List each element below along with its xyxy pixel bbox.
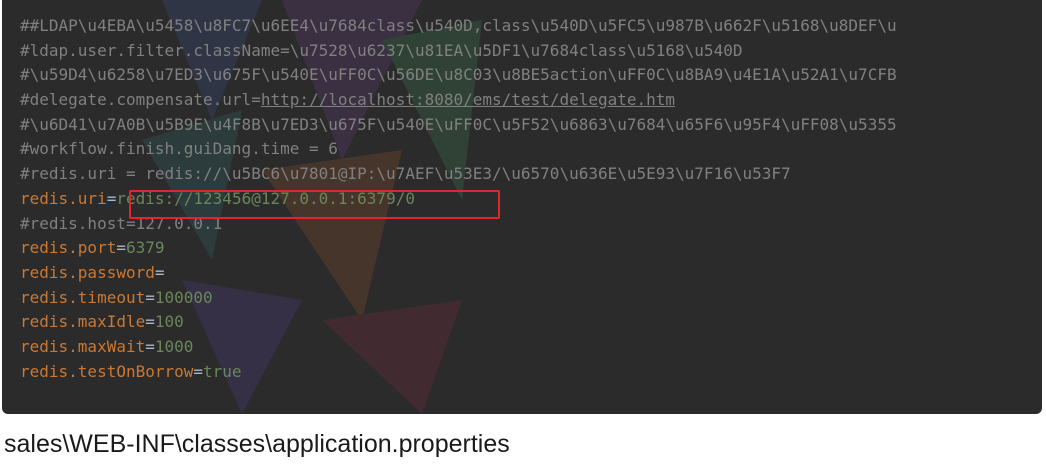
code-lines[interactable]: ##LDAP\u4EBA\u5458\u8FC7\u6EE4\u7684clas… (20, 14, 897, 384)
property-value: redis://123456@127.0.0.1:6379/0 (116, 188, 415, 208)
property-key: redis.timeout (20, 287, 146, 307)
code-line[interactable]: #redis.uri = redis://\u5BC6\u7801@IP:\u7… (20, 162, 897, 187)
property-key: redis.password (20, 262, 155, 282)
property-value: true (203, 361, 242, 381)
property-key: redis.testOnBorrow (20, 361, 194, 381)
property-value: 6379 (125, 238, 165, 258)
code-editor[interactable]: ##LDAP\u4EBA\u5458\u8FC7\u6EE4\u7684clas… (2, 0, 1042, 414)
comment-text: #workflow.finish.guiDang.time = 6 (20, 139, 338, 159)
property-value: 1000 (154, 336, 194, 356)
code-line[interactable]: redis.testOnBorrow=true (20, 360, 897, 385)
property-equals: = (145, 287, 155, 307)
comment-text: #ldap.user.filter.className=\u7528\u6237… (20, 40, 743, 60)
file-path-caption: sales\WEB-INF\classes\application.proper… (4, 430, 510, 458)
code-line[interactable]: #workflow.finish.guiDang.time = 6 (20, 137, 897, 162)
comment-text: #redis.host=127.0.0.1 (20, 213, 223, 233)
code-line[interactable]: redis.timeout=100000 (20, 286, 897, 311)
property-equals: = (193, 361, 204, 381)
property-equals: = (145, 336, 155, 356)
code-line[interactable]: redis.port=6379 (20, 236, 897, 261)
property-value: 100 (154, 312, 184, 332)
property-equals: = (145, 312, 155, 332)
comment-text: #\u59D4\u6258\u7ED3\u675F\u540E\uFF0C\u5… (20, 65, 897, 85)
comment-text: #delegate.compensate.url= (20, 90, 261, 110)
property-equals: = (116, 238, 126, 258)
property-key: redis.port (20, 238, 117, 258)
comment-text: ##LDAP\u4EBA\u5458\u8FC7\u6EE4\u7684clas… (20, 16, 897, 35)
property-equals: = (154, 262, 165, 282)
code-line[interactable]: #redis.host=127.0.0.1 (20, 212, 897, 237)
code-line[interactable]: #\u59D4\u6258\u7ED3\u675F\u540E\uFF0C\u5… (20, 63, 897, 88)
comment-text: #redis.uri = redis://\u5BC6\u7801@IP:\u7… (20, 164, 791, 184)
code-line[interactable]: #\u6D41\u7A0B\u5B9E\u4F8B\u7ED3\u675F\u5… (20, 113, 897, 138)
code-line[interactable]: redis.uri=redis://123456@127.0.0.1:6379/… (20, 187, 897, 212)
comment-text: #\u6D41\u7A0B\u5B9E\u4F8B\u7ED3\u675F\u5… (20, 114, 897, 134)
property-key: redis.maxIdle (20, 312, 146, 332)
code-line[interactable]: #ldap.user.filter.className=\u7528\u6237… (20, 39, 897, 64)
code-line[interactable]: redis.maxWait=1000 (20, 335, 897, 360)
property-key: redis.uri (20, 188, 107, 208)
code-line[interactable]: ##LDAP\u4EBA\u5458\u8FC7\u6EE4\u7684clas… (20, 14, 897, 39)
property-key: redis.maxWait (20, 336, 146, 356)
code-line[interactable]: redis.maxIdle=100 (20, 310, 897, 335)
comment-link: http://localhost:8080/ems/test/delegate.… (260, 90, 676, 110)
property-equals: = (106, 188, 117, 208)
code-line[interactable]: #delegate.compensate.url=http://localhos… (20, 88, 897, 113)
property-value: 100000 (154, 287, 213, 307)
code-line[interactable]: redis.password= (20, 261, 897, 286)
